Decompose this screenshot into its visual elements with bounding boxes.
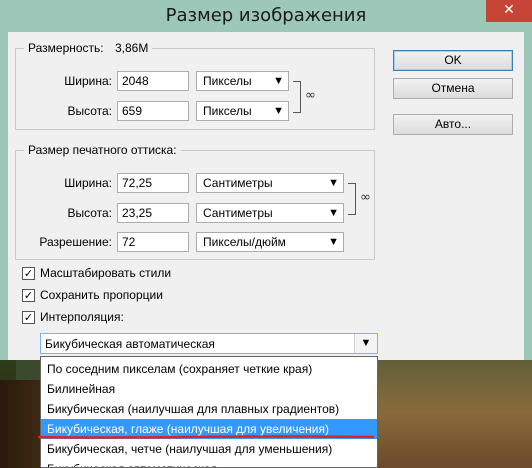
ok-button[interactable]: OK: [393, 50, 513, 71]
chain-link-icon: ∞: [305, 88, 316, 103]
dropdown-option-bicubic-auto[interactable]: Бикубическая автоматическая: [41, 459, 377, 467]
resolution-unit-select[interactable]: Пикселы/дюйм ▼: [196, 232, 344, 252]
auto-button[interactable]: Авто...: [393, 114, 513, 135]
resample-method-select[interactable]: Бикубическая автоматическая ▼: [40, 333, 378, 354]
dropdown-option-bilinear[interactable]: Билинейная: [41, 379, 377, 399]
constrain-bracket: [293, 81, 301, 113]
chevron-down-icon: ▼: [328, 177, 339, 189]
pixel-width-label: Ширина:: [64, 74, 112, 88]
pixel-height-label: Высота:: [67, 104, 112, 118]
constrain-bracket: [348, 183, 356, 215]
dialog-client-area: Размерность: 3,86M Ширина: 2048 Пикселы …: [8, 32, 524, 360]
chevron-down-icon[interactable]: ▼: [354, 334, 377, 353]
resample-method-value: Бикубическая автоматическая: [45, 337, 215, 351]
doc-width-unit-select[interactable]: Сантиметры ▼: [196, 173, 344, 193]
constrain-proportions-label: Сохранить пропорции: [40, 288, 163, 302]
red-underline-annotation: [37, 435, 375, 439]
image-size-dialog: Размер изображения ✕ Размерность: 3,86M …: [0, 0, 532, 360]
pixel-dimensions-value: 3,86M: [114, 41, 149, 55]
cancel-button[interactable]: Отмена: [393, 78, 513, 99]
doc-height-unit-select[interactable]: Сантиметры ▼: [196, 203, 344, 223]
pixel-height-unit-select[interactable]: Пикселы ▼: [196, 101, 289, 121]
doc-width-unit-value: Сантиметры: [203, 176, 273, 190]
chain-link-icon: ∞: [360, 190, 371, 205]
doc-height-input[interactable]: 23,25: [117, 203, 189, 223]
resample-method-dropdown: По соседним пикселам (сохраняет четкие к…: [40, 356, 378, 468]
resolution-label: Разрешение:: [39, 235, 112, 249]
chevron-down-icon: ▼: [273, 105, 284, 117]
checkmark-icon[interactable]: ✓: [22, 311, 35, 324]
chevron-down-icon: ▼: [328, 236, 339, 248]
dropdown-option-nearest[interactable]: По соседним пикселам (сохраняет четкие к…: [41, 359, 377, 379]
pixel-dimensions-label: Размерность:: [28, 41, 104, 55]
pixel-dimensions-legend: Размерность: 3,86M: [24, 41, 153, 55]
title-bar: Размер изображения ✕: [0, 0, 532, 32]
chevron-down-icon: ▼: [328, 207, 339, 219]
chevron-down-icon: ▼: [273, 75, 284, 87]
scale-styles-label: Масштабировать стили: [40, 266, 172, 280]
doc-height-unit-value: Сантиметры: [203, 206, 273, 220]
resolution-unit-value: Пикселы/дюйм: [203, 235, 286, 249]
checkmark-icon[interactable]: ✓: [22, 289, 35, 302]
dropdown-option-bicubic[interactable]: Бикубическая (наилучшая для плавных град…: [41, 399, 377, 419]
pixel-dimensions-group: Размерность: 3,86M Ширина: 2048 Пикселы …: [15, 41, 375, 130]
doc-width-input[interactable]: 72,25: [117, 173, 189, 193]
close-button[interactable]: ✕: [486, 0, 532, 22]
pixel-width-unit-value: Пикселы: [203, 74, 252, 88]
doc-height-label: Высота:: [67, 206, 112, 220]
document-size-group: Размер печатного оттиска: Ширина: 72,25 …: [15, 143, 375, 260]
dropdown-option-bicubic-sharper[interactable]: Бикубическая, четче (наилучшая для умень…: [41, 439, 377, 459]
document-size-legend: Размер печатного оттиска:: [24, 143, 181, 157]
doc-width-label: Ширина:: [64, 176, 112, 190]
pixel-height-unit-value: Пикселы: [203, 104, 252, 118]
resample-label: Интерполяция:: [40, 310, 124, 324]
pixel-width-unit-select[interactable]: Пикселы ▼: [196, 71, 289, 91]
pixel-height-input[interactable]: 659: [117, 101, 189, 121]
checkmark-icon[interactable]: ✓: [22, 267, 35, 280]
window-title: Размер изображения: [165, 5, 367, 26]
pixel-width-input[interactable]: 2048: [117, 71, 189, 91]
resolution-input[interactable]: 72: [117, 232, 189, 252]
